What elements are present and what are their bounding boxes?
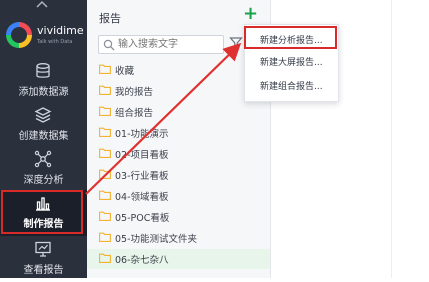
annotation-arrow	[85, 42, 242, 195]
